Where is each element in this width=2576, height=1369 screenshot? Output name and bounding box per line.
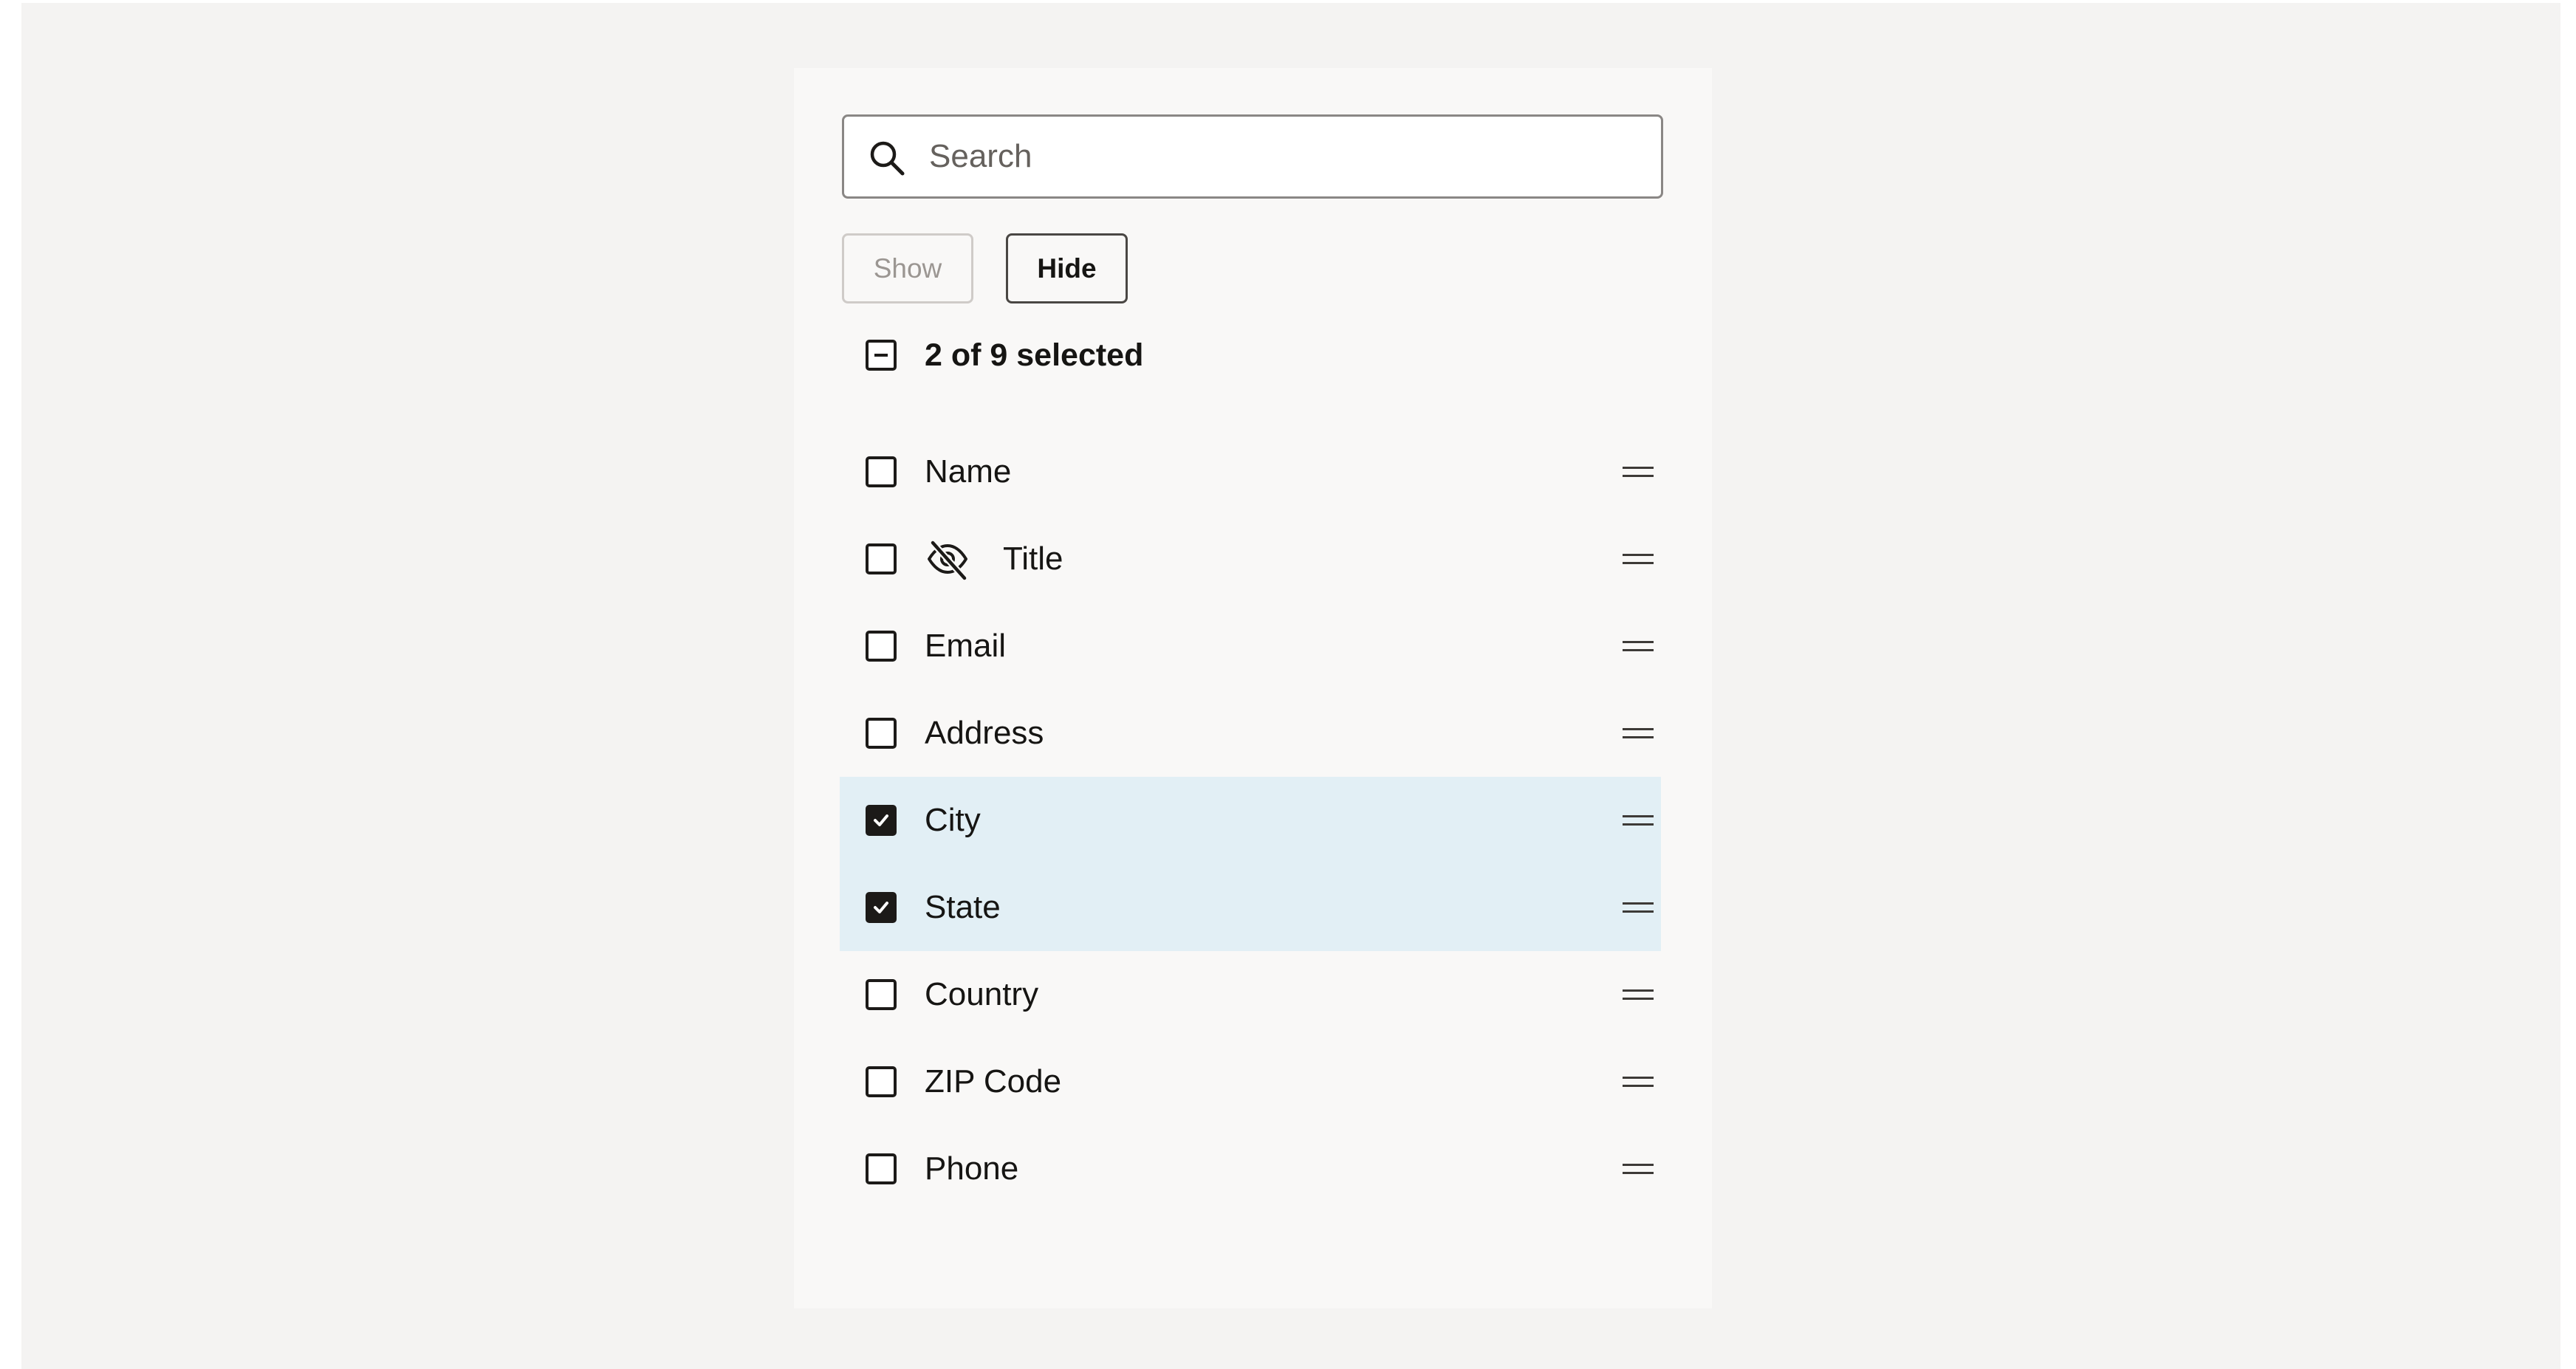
column-label: Name xyxy=(925,453,1012,490)
column-list: Name Title Email Address City State Coun… xyxy=(840,428,1661,1212)
column-row-zip-code[interactable]: ZIP Code xyxy=(840,1038,1661,1125)
column-label: State xyxy=(925,889,1001,925)
column-label: Country xyxy=(925,976,1039,1012)
eye-off-icon xyxy=(928,539,968,582)
drag-handle-icon[interactable] xyxy=(1623,902,1654,913)
drag-handle-icon[interactable] xyxy=(1623,641,1654,651)
row-checkbox[interactable] xyxy=(866,456,897,487)
column-row-country[interactable]: Country xyxy=(840,951,1661,1038)
column-row-phone[interactable]: Phone xyxy=(840,1125,1661,1212)
check-icon xyxy=(874,902,888,913)
selection-summary: 2 of 9 selected xyxy=(925,337,1144,373)
row-checkbox[interactable] xyxy=(866,1066,897,1097)
check-icon xyxy=(874,814,888,826)
drag-handle-icon[interactable] xyxy=(1623,728,1654,738)
drag-handle-icon[interactable] xyxy=(1623,815,1654,826)
column-label: Address xyxy=(925,715,1044,751)
row-checkbox[interactable] xyxy=(866,979,897,1010)
show-button[interactable]: Show xyxy=(842,233,973,303)
select-all-checkbox[interactable] xyxy=(866,340,897,371)
column-label: Title xyxy=(1003,541,1063,577)
row-checkbox[interactable] xyxy=(866,543,897,574)
column-label: Phone xyxy=(925,1150,1019,1187)
column-label: ZIP Code xyxy=(925,1063,1062,1099)
search-icon xyxy=(870,141,905,176)
column-label: Email xyxy=(925,628,1007,664)
drag-handle-icon[interactable] xyxy=(1623,1164,1654,1174)
select-all-row[interactable]: 2 of 9 selected xyxy=(866,337,1143,374)
search-field[interactable] xyxy=(842,114,1663,199)
row-checkbox[interactable] xyxy=(866,805,897,836)
drag-handle-icon[interactable] xyxy=(1623,467,1654,477)
hide-button[interactable]: Hide xyxy=(1006,233,1128,303)
column-label: City xyxy=(925,802,981,838)
drag-handle-icon[interactable] xyxy=(1623,1077,1654,1087)
column-row-state[interactable]: State xyxy=(840,864,1661,951)
drag-handle-icon[interactable] xyxy=(1623,554,1654,564)
column-row-email[interactable]: Email xyxy=(840,603,1661,690)
column-row-address[interactable]: Address xyxy=(840,690,1661,777)
column-row-name[interactable]: Name xyxy=(840,428,1661,515)
column-row-city[interactable]: City xyxy=(840,777,1661,864)
row-checkbox[interactable] xyxy=(866,892,897,923)
column-row-title[interactable]: Title xyxy=(840,515,1661,603)
row-checkbox[interactable] xyxy=(866,718,897,749)
search-input[interactable] xyxy=(929,127,1638,186)
row-checkbox[interactable] xyxy=(866,1153,897,1184)
drag-handle-icon[interactable] xyxy=(1623,989,1654,1000)
row-checkbox[interactable] xyxy=(866,631,897,662)
